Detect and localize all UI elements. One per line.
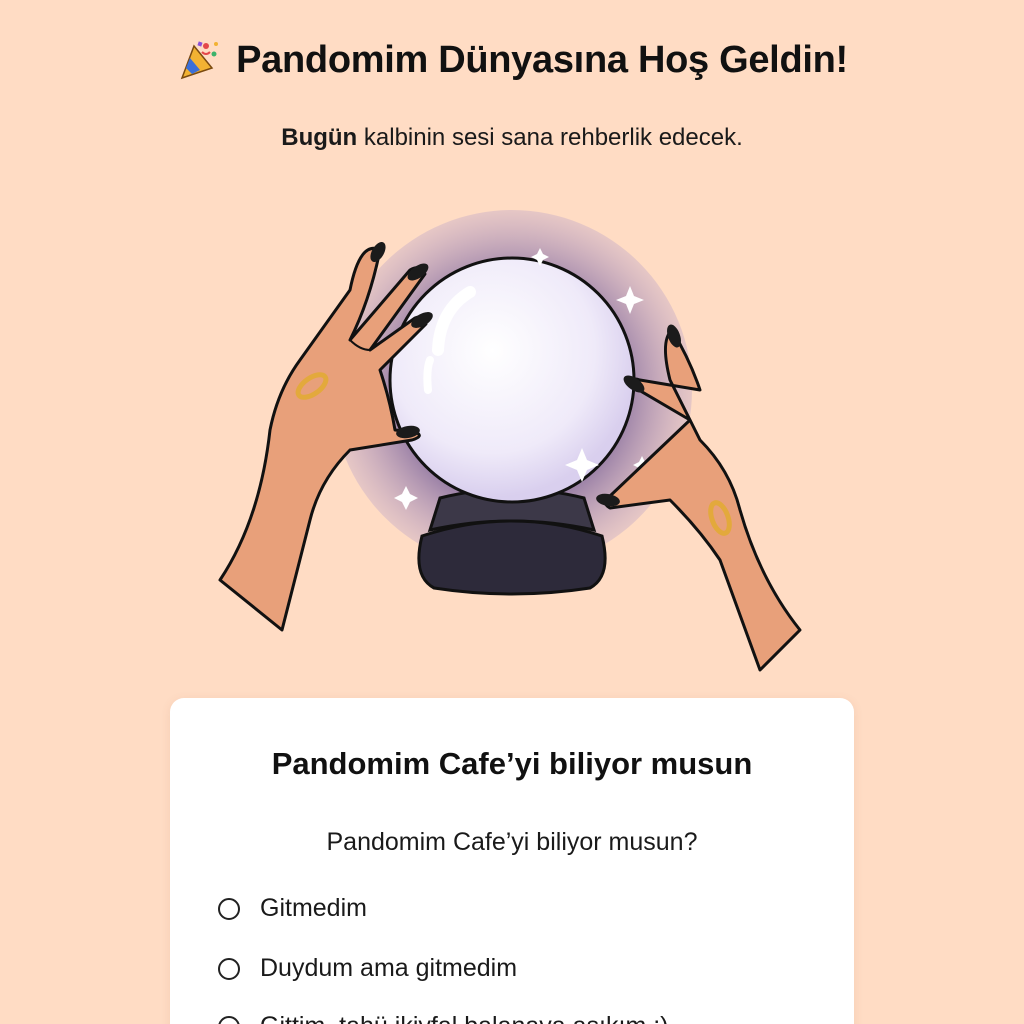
card-title: Pandomim Cafe’yi biliyor musun <box>271 746 753 781</box>
page: Pandomim Dünyasına Hoş Geldin! Bugün kal… <box>0 0 1024 1024</box>
page-subtitle: Bugün kalbinin sesi sana rehberlik edece… <box>0 124 1024 152</box>
radio-button[interactable] <box>218 897 240 920</box>
subtitle-bold: Bugün <box>281 124 358 151</box>
radio-button[interactable] <box>218 1015 240 1024</box>
crystal-ball-illustration <box>218 210 802 672</box>
subtitle-text: kalbinin sesi sana rehberlik edecek. <box>357 124 743 151</box>
option-duydum[interactable]: Duydum ama gitmedim <box>218 954 517 983</box>
option-gitmedim[interactable]: Gitmedim <box>218 894 367 923</box>
header: Pandomim Dünyasına Hoş Geldin! <box>0 38 1024 82</box>
party-popper-icon <box>180 41 219 80</box>
option-label: Duydum ama gitmedim <box>260 954 518 982</box>
option-gittim[interactable]: Gittim, tahü ikiyfal balanaya aşıkım :) <box>218 1012 668 1024</box>
radio-button[interactable] <box>218 957 240 980</box>
page-title: Pandomim Dünyasına Hoş Geldin! <box>236 38 848 81</box>
option-label: Gitmedim <box>260 894 367 922</box>
option-label: Gittim, tahü ikiyfal balanaya aşıkım :) <box>260 1012 668 1024</box>
question-text: Pandomim Cafe’yi biliyor musun? <box>326 828 698 856</box>
question-card: Pandomim Cafe’yi biliyor musun Pandomim … <box>170 698 854 1024</box>
